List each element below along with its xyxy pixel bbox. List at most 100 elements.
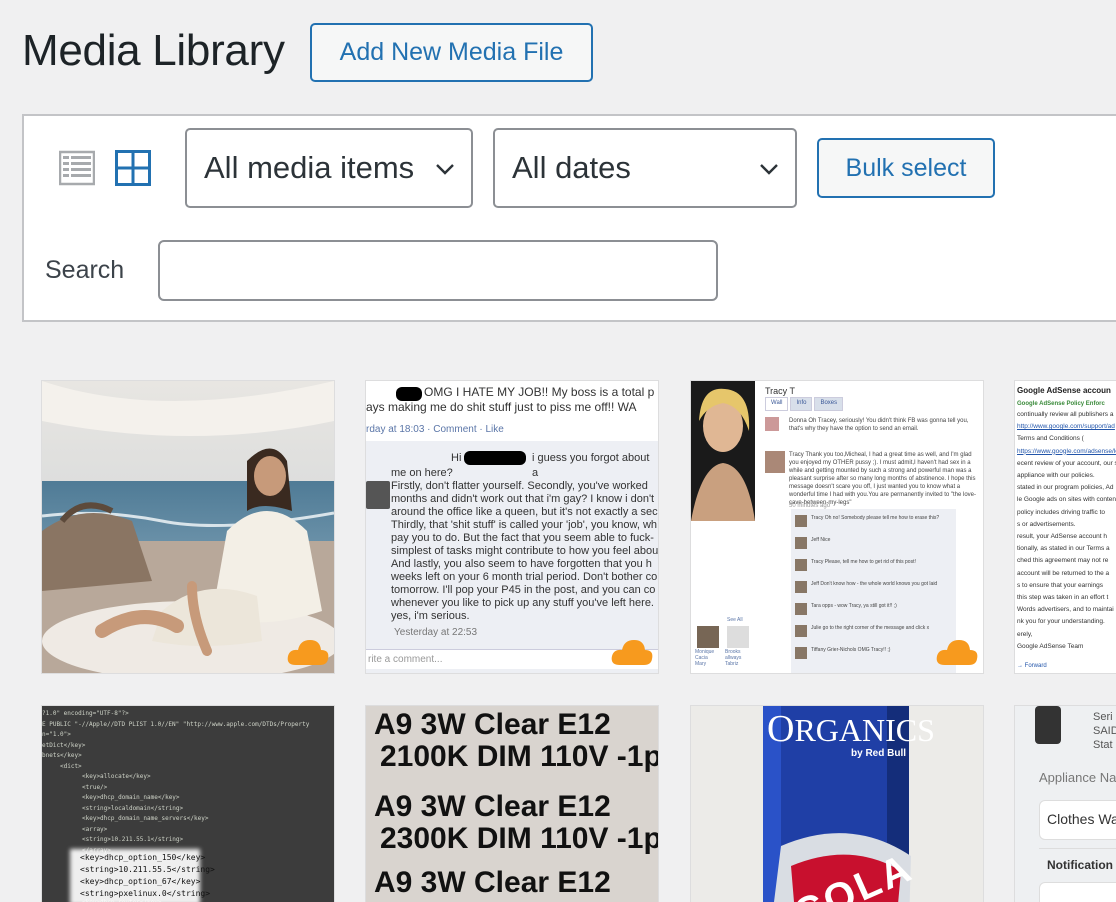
plist-line: n="1.0"> bbox=[42, 731, 71, 738]
search-label: Search bbox=[45, 256, 125, 284]
fb-post-line: OMG I HATE MY JOB!! My boss is a total p bbox=[424, 385, 655, 399]
email-line: s or advertisements. bbox=[1017, 520, 1076, 528]
media-thumbnail[interactable]: Google AdSense accoun Google AdSense Pol… bbox=[1015, 381, 1116, 673]
grid-view-icon[interactable] bbox=[115, 150, 151, 186]
said-label: SAID bbox=[1093, 725, 1116, 737]
plist-line: <key>dhcp_option_150</key> bbox=[80, 853, 206, 862]
fb-post-meta: rday at 18:03 · Comment · Like bbox=[366, 424, 504, 435]
media-thumbnail[interactable]: Seri SAID Stat Appliance Na Clothes Wa N… bbox=[1015, 706, 1116, 902]
plist-line: <string>10.211.55.5</string> bbox=[80, 865, 215, 874]
add-new-media-button[interactable]: Add New Media File bbox=[310, 23, 593, 82]
label-line: A9 3W Clear E12 bbox=[374, 708, 611, 741]
plist-line: etDict</key> bbox=[42, 741, 86, 749]
label-line: 2100K DIM 110V -1pc bbox=[380, 740, 658, 773]
chevron-down-icon bbox=[436, 164, 454, 175]
wall-post: Donna Oh Tracey, seriously! You didn't t… bbox=[789, 418, 969, 432]
friend-avatar bbox=[727, 626, 749, 648]
plist-line: <string>10.211.55.1</string> bbox=[82, 836, 184, 843]
fb-reply-meta: Yesterday at 22:53 bbox=[394, 627, 478, 638]
plist-line: <key>dhcp_domain_name_servers</key> bbox=[82, 815, 209, 822]
media-thumbnail[interactable]: ORGANICS by Red Bull COLA bbox=[691, 706, 983, 902]
profile-tab[interactable]: Boxes bbox=[814, 397, 844, 411]
email-line: continually review all publishers a bbox=[1017, 411, 1114, 418]
reply-text: Julie go to the right corner of the mess… bbox=[811, 625, 930, 631]
cloud-icon bbox=[287, 640, 329, 665]
avatar bbox=[795, 647, 807, 659]
plist-line: <dict> bbox=[60, 762, 82, 770]
media-thumbnail[interactable]: ?1.0" encoding="UTF-8"?> E PUBLIC "-//App… bbox=[42, 706, 334, 902]
date-filter[interactable]: All dates bbox=[493, 128, 797, 208]
label-line: A9 3W Clear E12 bbox=[374, 790, 611, 823]
email-line: erely, bbox=[1017, 630, 1033, 638]
avatar bbox=[795, 537, 807, 549]
plist-line: <key>allocate</key> bbox=[82, 773, 151, 780]
friend-name: Tabriz bbox=[725, 661, 739, 667]
email-line: ched this agreement may not re bbox=[1017, 557, 1109, 565]
email-line: le Google ads on sites with content bbox=[1017, 496, 1116, 504]
email-subheading: Google AdSense Policy Enforc bbox=[1017, 401, 1105, 407]
friend-name: Mary bbox=[695, 661, 707, 667]
appliance-name-label: Appliance Na bbox=[1039, 770, 1116, 785]
list-view-icon[interactable] bbox=[58, 150, 96, 186]
avatar bbox=[795, 581, 807, 593]
email-line: policy includes driving traffic to bbox=[1017, 508, 1106, 516]
plist-line: <string>pxelinux.0</string> bbox=[80, 889, 211, 898]
can-sub: by Red Bull bbox=[851, 748, 907, 759]
email-line: nk you for your understanding. bbox=[1017, 618, 1105, 626]
forward-label: Forward bbox=[1024, 663, 1047, 669]
media-thumbnail[interactable] bbox=[42, 381, 334, 673]
email-heading: Google AdSense accoun bbox=[1017, 386, 1111, 395]
status-label: Stat bbox=[1093, 739, 1113, 751]
fb-post-line: ays making me do shit stuff just to piss… bbox=[366, 400, 637, 414]
email-line: Words advertisers, and to maintai bbox=[1017, 606, 1114, 614]
fb-reply-rest: i guess you forgot about a bbox=[532, 452, 650, 479]
profile-tab[interactable]: Wall bbox=[765, 397, 789, 411]
bulk-select-button[interactable]: Bulk select bbox=[817, 138, 995, 198]
can-brand: ORGANICS bbox=[767, 710, 935, 748]
date-filter-value: All dates bbox=[512, 150, 631, 185]
profile-tab[interactable]: Info bbox=[790, 397, 813, 411]
email-line: stated in our program policies, Ad bbox=[1017, 484, 1114, 492]
media-thumbnail[interactable]: A9 3W Clear E12 2100K DIM 110V -1pc A9 3W … bbox=[366, 706, 658, 902]
friend-avatar bbox=[697, 626, 719, 648]
media-type-filter[interactable]: All media items bbox=[185, 128, 473, 208]
media-thumbnail[interactable]: Tracy T Wall Info Boxes Donna Oh Tracey, s… bbox=[691, 381, 983, 673]
email-line: appliance with our policies. bbox=[1017, 472, 1095, 479]
forward-link[interactable]: → Forward bbox=[1017, 659, 1047, 673]
plist-line: <key>dhcp_domain_name</key> bbox=[82, 794, 180, 801]
reply-text: Jeff Don't know how - the whole world kn… bbox=[811, 581, 938, 587]
serial-label: Seri bbox=[1093, 711, 1113, 723]
reply-text: Tiffany Grier-Nichols OMG Tracy!! ;) bbox=[811, 647, 891, 653]
search-input[interactable] bbox=[158, 240, 718, 301]
avatar bbox=[366, 481, 390, 509]
reply-text: Tracy Please, tell me how to get rid of … bbox=[811, 559, 916, 565]
email-line: Google AdSense Team bbox=[1017, 642, 1084, 650]
plist-line: <string>localdomain</string> bbox=[82, 804, 184, 812]
email-line: this step was taken in an effort t bbox=[1017, 594, 1109, 601]
media-thumbnail[interactable]: OMG I HATE MY JOB!! My boss is a total p… bbox=[366, 381, 658, 673]
cloud-icon bbox=[936, 640, 978, 665]
avatar bbox=[795, 603, 807, 615]
beach-photo bbox=[42, 381, 334, 673]
email-line: result, your AdSense account h bbox=[1017, 533, 1107, 540]
avatar bbox=[765, 451, 785, 473]
email-link[interactable]: http://www.google.com/support/ad bbox=[1017, 423, 1115, 431]
page-title: Media Library bbox=[22, 26, 285, 75]
email-line: account will be returned to the a bbox=[1017, 569, 1110, 577]
can-brand-first-letter: O bbox=[767, 708, 795, 750]
label-line: 2300K DIM 110V -1pc bbox=[380, 822, 658, 855]
reply-text: Tara opps - wow Tracy, ya still got it!!… bbox=[811, 603, 897, 609]
reply-text: Jeff Nice bbox=[811, 537, 831, 543]
reply-text: Tracy Oh no! Somebody please tell me how… bbox=[811, 515, 940, 521]
plist-line: bnets</key> bbox=[42, 752, 82, 759]
avatar bbox=[765, 417, 779, 431]
plist-line: <key>dhcp_option_67</key> bbox=[80, 877, 201, 886]
device-image bbox=[1035, 706, 1061, 744]
chevron-down-icon bbox=[760, 164, 778, 175]
fb-reply-lead: Hi bbox=[451, 452, 462, 464]
redaction-scribble bbox=[464, 451, 526, 465]
avatar bbox=[795, 625, 807, 637]
page-header: Media Library Add New Media File bbox=[0, 0, 1116, 110]
email-link[interactable]: https://www.google.com/adsense/lo bbox=[1017, 448, 1116, 456]
media-type-filter-value: All media items bbox=[204, 150, 415, 185]
